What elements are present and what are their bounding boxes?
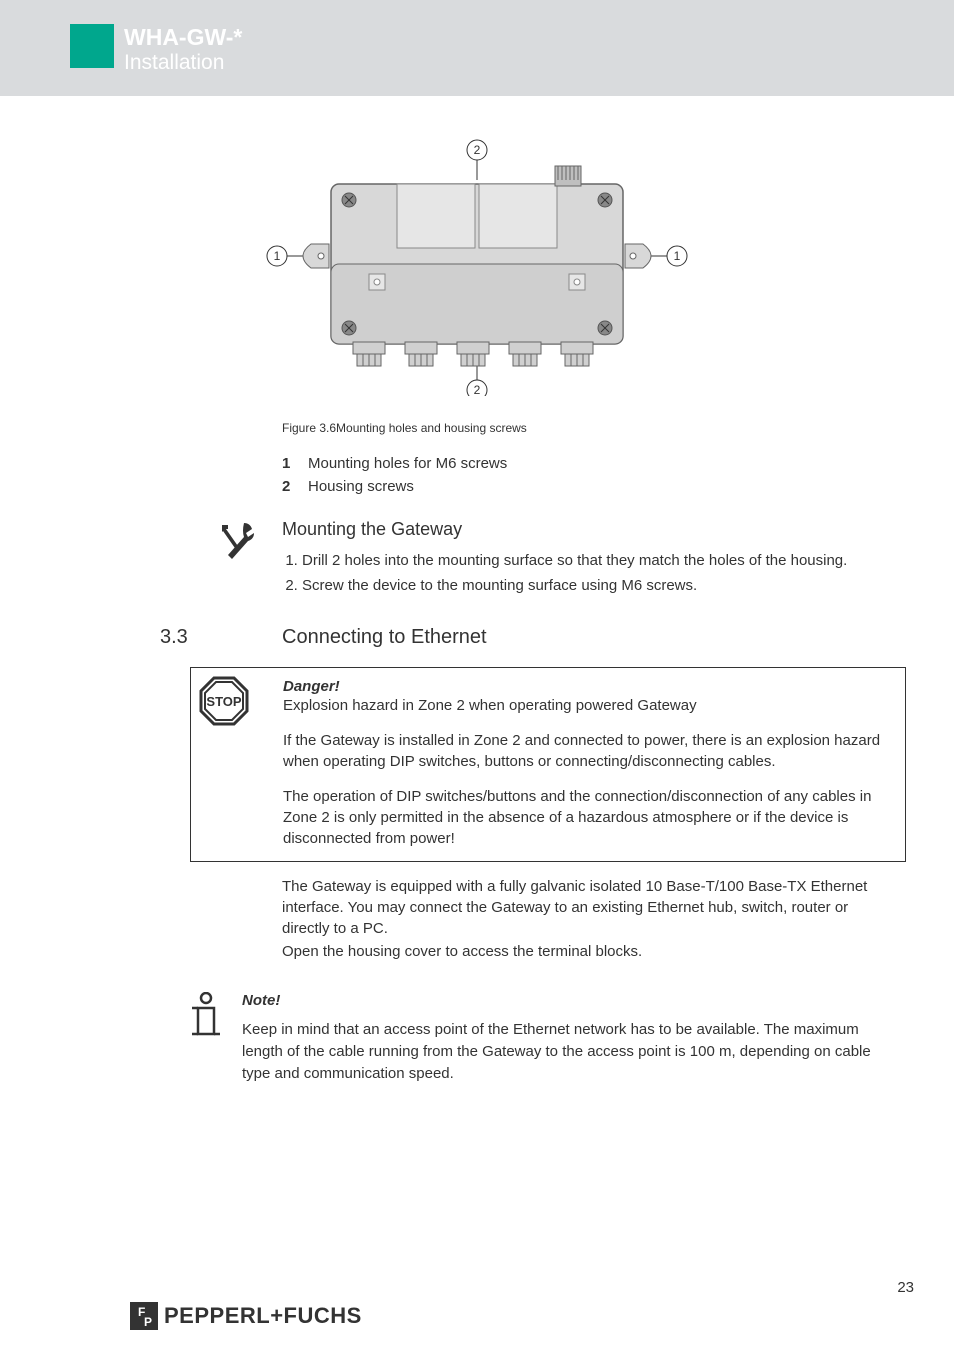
step-item: Screw the device to the mounting surface… [302, 577, 914, 594]
legend-num: 2 [282, 478, 308, 495]
mounting-steps: Drill 2 holes into the mounting surface … [282, 552, 914, 594]
legend-item: 1 Mounting holes for M6 screws [282, 455, 914, 472]
section-number: 3.3 [160, 626, 282, 649]
note-icon [150, 992, 242, 1041]
legend-item: 2 Housing screws [282, 478, 914, 495]
callout-left: 1 [274, 249, 281, 263]
legend-text: Housing screws [308, 478, 414, 495]
mounting-heading: Mounting the Gateway [282, 519, 914, 540]
note-block: Note! Keep in mind that an access point … [40, 992, 914, 1084]
brand-name: PEPPERL+FUCHS [164, 1303, 362, 1329]
chapter-name: Installation [124, 51, 242, 75]
note-title: Note! [242, 992, 914, 1009]
body-paragraph: Open the housing cover to access the ter… [282, 941, 898, 962]
page-header: WHA-GW-* Installation [0, 0, 954, 96]
danger-title: Danger! [283, 678, 895, 695]
note-text: Keep in mind that an access point of the… [242, 1019, 898, 1084]
step-item: Drill 2 holes into the mounting surface … [302, 552, 914, 569]
pf-logo-icon: F P [130, 1302, 158, 1330]
page-content: 2 2 1 1 [0, 96, 954, 1084]
svg-text:P: P [144, 1315, 152, 1329]
callout-bottom: 2 [474, 383, 481, 396]
brand-logo: F P PEPPERL+FUCHS [130, 1302, 362, 1330]
danger-box: STOP Danger! Explosion hazard in Zone 2 … [190, 667, 906, 862]
page-footer: F P PEPPERL+FUCHS [0, 1302, 954, 1330]
figure-caption: Figure 3.6Mounting holes and housing scr… [282, 421, 914, 435]
page-number: 23 [897, 1279, 914, 1296]
body-paragraph: The Gateway is equipped with a fully gal… [282, 876, 898, 939]
callout-right: 1 [674, 249, 681, 263]
stop-icon: STOP [197, 674, 251, 732]
product-code: WHA-GW-* [124, 24, 242, 51]
stop-label: STOP [206, 694, 241, 709]
section-title: Connecting to Ethernet [282, 626, 487, 649]
tools-icon [190, 519, 282, 563]
callout-top: 2 [474, 143, 481, 157]
legend-num: 1 [282, 455, 308, 472]
header-accent-square [70, 24, 114, 68]
figure-legend: 1 Mounting holes for M6 screws 2 Housing… [282, 455, 914, 495]
danger-paragraph: If the Gateway is installed in Zone 2 an… [283, 730, 895, 772]
mounting-block: Mounting the Gateway Drill 2 holes into … [40, 519, 914, 602]
danger-subtitle: Explosion hazard in Zone 2 when operatin… [283, 695, 895, 716]
figure-diagram: 2 2 1 1 [40, 136, 914, 401]
header-text-block: WHA-GW-* Installation [124, 24, 242, 75]
section-heading-row: 3.3 Connecting to Ethernet [40, 626, 914, 649]
danger-paragraph: The operation of DIP switches/buttons an… [283, 786, 895, 849]
gateway-mounting-diagram: 2 2 1 1 [247, 136, 707, 396]
legend-text: Mounting holes for M6 screws [308, 455, 507, 472]
